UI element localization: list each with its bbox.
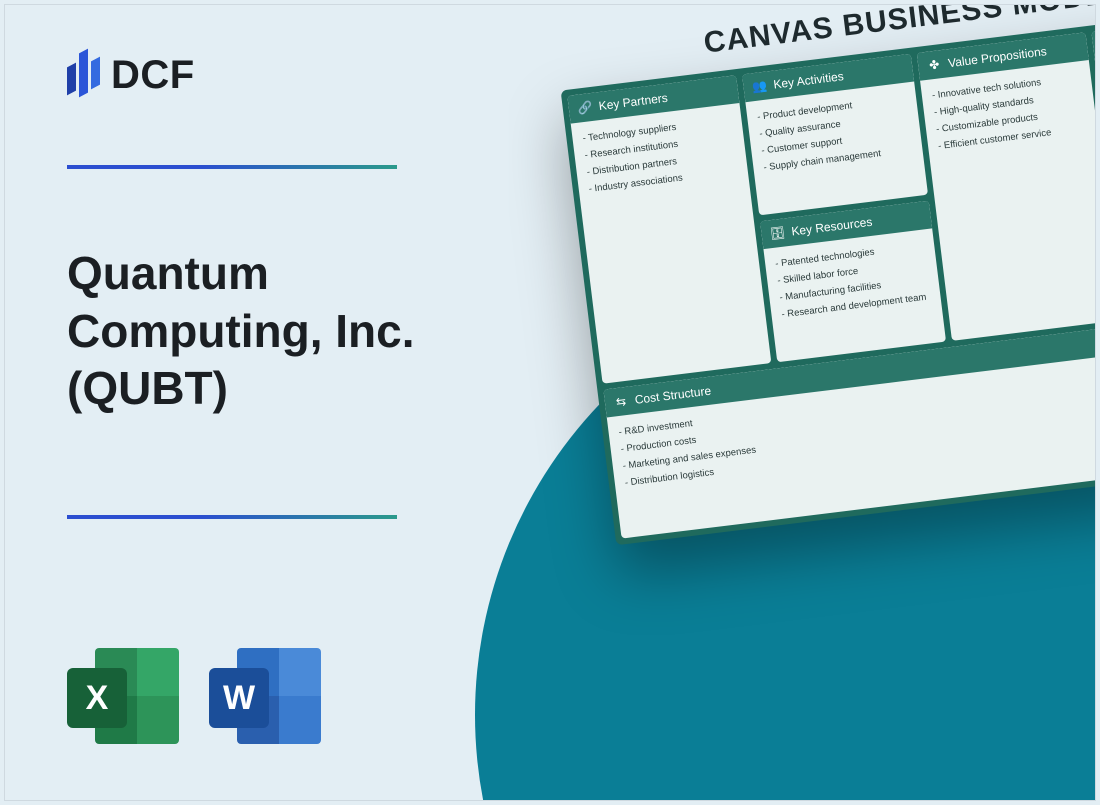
page-title: Quantum Computing, Inc. (QUBT) — [67, 245, 447, 418]
card-label: Key Resources — [791, 215, 873, 239]
canvas-mockup: CANVAS BUSINESS MODEL 🔗Key Partners Tech… — [555, 4, 1096, 545]
people-icon: 👥 — [751, 77, 769, 95]
business-model-canvas: 🔗Key Partners Technology suppliers Resea… — [561, 4, 1096, 545]
card-key-activities: 👥Key Activities Product development Qual… — [742, 54, 928, 216]
dcf-logo: DCF — [67, 45, 195, 105]
divider-bottom — [67, 515, 397, 519]
card-label: Cost Structure — [634, 384, 712, 407]
divider-top — [67, 165, 397, 169]
card-value-propositions: ✤Value Propositions Innovative tech solu… — [917, 32, 1096, 341]
card-label: Key Partners — [598, 91, 669, 113]
word-icon: W — [209, 642, 321, 752]
card-label: Key Activities — [773, 69, 845, 92]
link-icon: 🔗 — [576, 99, 594, 117]
file-format-icons: X W — [67, 642, 321, 752]
excel-badge: X — [67, 668, 127, 728]
sliders-icon: ⇆ — [612, 393, 630, 411]
excel-icon: X — [67, 642, 179, 752]
card-key-resources: 🗄Key Resources Patented technologies Ski… — [760, 201, 946, 363]
gift-icon: ✤ — [925, 56, 943, 74]
word-badge: W — [209, 668, 269, 728]
card-key-partners: 🔗Key Partners Technology suppliers Resea… — [567, 75, 771, 384]
dcf-logo-text: DCF — [111, 53, 195, 98]
database-icon: 🗄 — [769, 224, 787, 242]
dcf-logo-mark-icon — [67, 45, 101, 105]
page-frame: DCF Quantum Computing, Inc. (QUBT) X W C… — [4, 4, 1096, 801]
